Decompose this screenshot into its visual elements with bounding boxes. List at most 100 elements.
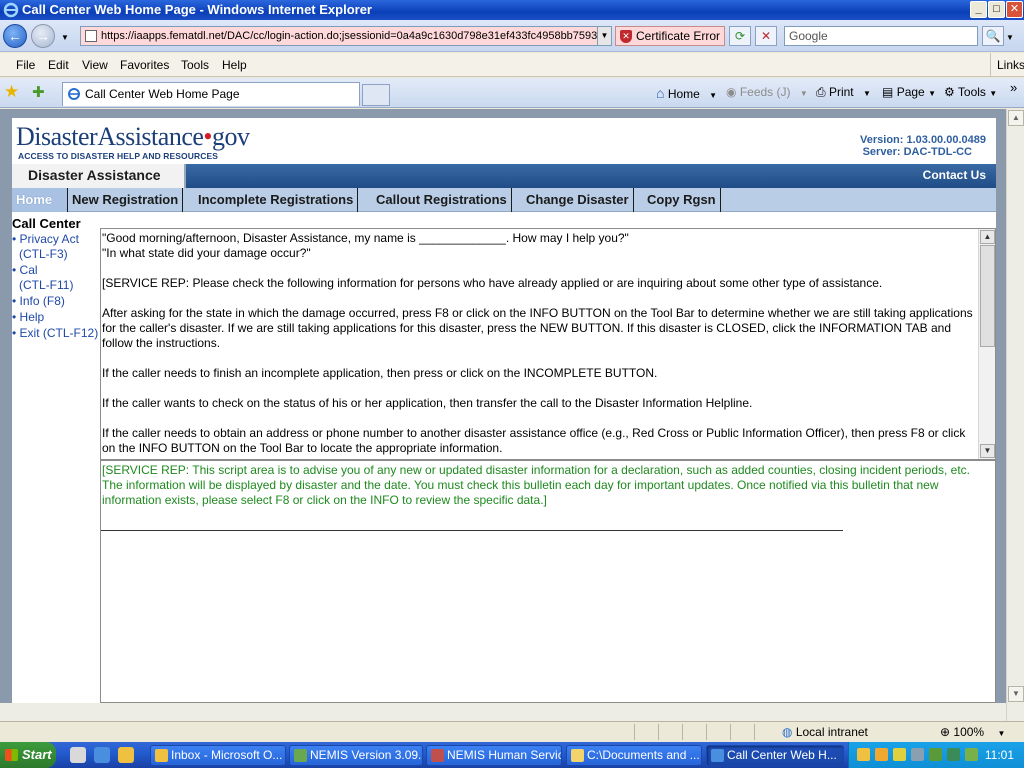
contact-us-link[interactable]: Contact Us xyxy=(923,168,986,182)
menu-favorites[interactable]: Favorites xyxy=(120,58,169,72)
sidebar-item-label: Privacy Act xyxy=(19,232,79,246)
scroll-up-icon[interactable]: ▲ xyxy=(1008,110,1024,126)
nav-change-disaster[interactable]: Change Disaster xyxy=(522,188,634,212)
zoom-control[interactable]: ⊕ 100% ▼ xyxy=(940,724,1005,742)
close-window-button[interactable]: ✕ xyxy=(1006,1,1023,18)
sidebar-item-cal[interactable]: • Cal (CTL-F11) xyxy=(12,263,100,293)
sidebar-item-help[interactable]: • Help xyxy=(12,310,100,325)
nav-home[interactable]: Home xyxy=(12,188,68,212)
script-greeting: "Good morning/afternoon, Disaster Assist… xyxy=(102,231,629,245)
maximize-button[interactable]: □ xyxy=(988,1,1005,18)
forward-button[interactable]: → xyxy=(31,24,55,48)
minimize-button[interactable]: _ xyxy=(970,1,987,18)
network-tray-icon[interactable] xyxy=(929,748,942,761)
page-icon xyxy=(85,30,97,42)
search-button[interactable]: 🔍 xyxy=(982,26,1004,46)
volume-tray-icon[interactable] xyxy=(911,748,924,761)
sidebar-item-shortcut: (CTL-F11) xyxy=(19,278,74,292)
outlook-quicklaunch-icon[interactable] xyxy=(118,747,134,763)
bullet-icon: • xyxy=(12,310,17,324)
task-label: Inbox - Microsoft O... xyxy=(171,748,283,762)
print-button[interactable]: ⎙ Print ▼ xyxy=(816,85,871,100)
app-tray-icon[interactable] xyxy=(965,748,978,761)
address-input[interactable]: https://iaapps.fematdl.net/DAC/cc/login-… xyxy=(80,26,612,46)
logo-wordmark: DisasterAssistance•gov xyxy=(16,122,250,152)
scroll-thumb[interactable] xyxy=(980,245,995,347)
ie-logo-icon xyxy=(3,2,19,18)
script-paragraph: If the caller needs to finish an incompl… xyxy=(102,366,658,380)
security-tray-icon[interactable] xyxy=(893,748,906,761)
more-commands-icon[interactable]: » xyxy=(1010,80,1017,95)
clock: 11:01 xyxy=(984,748,1014,762)
print-icon: ⎙ xyxy=(816,85,826,99)
status-cell xyxy=(754,724,778,740)
sidebar-item-privacy-act[interactable]: • Privacy Act (CTL-F3) xyxy=(12,232,100,262)
outlook-tray-icon[interactable] xyxy=(875,748,888,761)
page-scrollbar[interactable]: ▲ ▼ xyxy=(1006,109,1024,721)
search-options-icon[interactable]: ▼ xyxy=(1006,33,1014,42)
task-label: C:\Documents and ... xyxy=(587,748,700,762)
scroll-up-icon[interactable]: ▲ xyxy=(980,230,995,244)
site-logo[interactable]: DisasterAssistance•gov ACCESS TO DISASTE… xyxy=(12,118,256,162)
add-favorite-icon[interactable]: ✚ xyxy=(32,83,45,101)
shield-error-icon: ✕ xyxy=(620,30,632,43)
tools-menu-button[interactable]: ⚙ Tools ▼ xyxy=(944,85,997,99)
home-button[interactable]: ⌂ Home ▼ xyxy=(656,85,717,101)
script-paragraph: If the caller needs to obtain an address… xyxy=(102,426,966,455)
menu-tools[interactable]: Tools xyxy=(181,58,209,72)
task-label: NEMIS Version 3.09.... xyxy=(310,748,423,762)
nav-copy-rgsn[interactable]: Copy Rgsn xyxy=(643,188,721,212)
chevron-down-icon: ▼ xyxy=(997,729,1006,738)
nav-incomplete-registrations[interactable]: Incomplete Registrations xyxy=(194,188,359,212)
favorites-star-icon[interactable]: ★ xyxy=(4,82,19,102)
certificate-error-button[interactable]: ✕ Certificate Error xyxy=(615,26,725,46)
page-menu-button[interactable]: ▤ Page ▼ xyxy=(882,85,936,99)
chevron-down-icon: ▼ xyxy=(928,89,936,98)
nemis-hs-icon xyxy=(431,749,444,762)
menu-view[interactable]: View xyxy=(82,58,108,72)
ie-quicklaunch-icon[interactable] xyxy=(94,747,110,763)
update-tray-icon[interactable] xyxy=(947,748,960,761)
version-text: Version: 1.03.00.00.0489 xyxy=(860,134,986,146)
call-script-text: "Good morning/afternoon, Disaster Assist… xyxy=(101,229,977,459)
tab-call-center[interactable]: Call Center Web Home Page xyxy=(62,82,360,106)
scroll-down-icon[interactable]: ▼ xyxy=(980,444,995,458)
sidebar-item-exit[interactable]: • Exit (CTL-F12) xyxy=(12,326,100,341)
tools-label: Tools xyxy=(957,85,986,99)
feeds-button[interactable]: ◉ Feeds (J) ▼ xyxy=(726,85,808,99)
start-button[interactable]: Start xyxy=(0,742,56,768)
sidebar-item-info[interactable]: • Info (F8) xyxy=(12,294,100,309)
task-documents-folder[interactable]: C:\Documents and ... xyxy=(566,745,702,766)
main-nav: Home New Registration Incomplete Registr… xyxy=(12,188,996,212)
menu-help[interactable]: Help xyxy=(222,58,247,72)
stop-button[interactable]: ✕ xyxy=(755,26,777,46)
page-icon: ▤ xyxy=(882,85,894,99)
task-inbox[interactable]: Inbox - Microsoft O... xyxy=(150,745,286,766)
history-dropdown-icon[interactable]: ▼ xyxy=(61,33,69,42)
windows-taskbar: Start Inbox - Microsoft O... NEMIS Versi… xyxy=(0,742,1024,768)
refresh-button[interactable]: ⟳ xyxy=(729,26,751,46)
zoom-label: 100% xyxy=(953,725,985,739)
site-banner: Disaster Assistance Contact Us xyxy=(12,164,996,188)
task-nemis-human-services[interactable]: NEMIS Human Servic... xyxy=(426,745,562,766)
nav-new-registration[interactable]: New Registration xyxy=(68,188,184,212)
task-nemis[interactable]: NEMIS Version 3.09.... xyxy=(289,745,423,766)
zone-label: Local intranet xyxy=(795,725,868,739)
scroll-down-icon[interactable]: ▼ xyxy=(1008,686,1024,702)
task-call-center[interactable]: Call Center Web H... xyxy=(706,745,844,766)
security-zone[interactable]: ◍ Local intranet xyxy=(782,724,868,740)
status-cell xyxy=(634,724,658,740)
links-toolbar[interactable]: Links xyxy=(990,53,1024,77)
script-scrollbar[interactable]: ▲ ▼ xyxy=(978,229,995,459)
address-dropdown-icon[interactable]: ▼ xyxy=(597,27,611,45)
new-tab-button[interactable] xyxy=(362,84,390,106)
back-button[interactable]: ← xyxy=(3,24,27,48)
call-script-panel[interactable]: "Good morning/afternoon, Disaster Assist… xyxy=(100,228,996,460)
feeds-label: Feeds (J) xyxy=(739,85,791,99)
mail-tray-icon[interactable] xyxy=(857,748,870,761)
nav-callout-registrations[interactable]: Callout Registrations xyxy=(372,188,512,212)
show-desktop-icon[interactable] xyxy=(70,747,86,763)
menu-file[interactable]: File xyxy=(16,58,35,72)
menu-edit[interactable]: Edit xyxy=(48,58,69,72)
search-input[interactable]: Google xyxy=(784,26,978,46)
